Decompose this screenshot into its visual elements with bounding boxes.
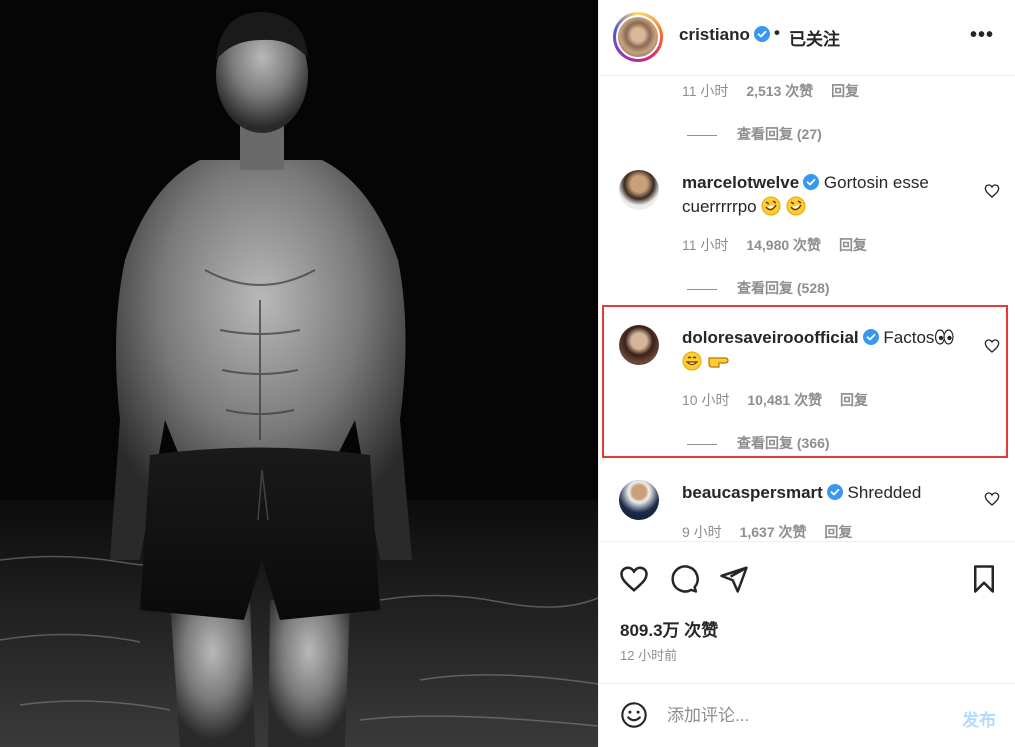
comment-reply-button[interactable]: 回复 (824, 524, 852, 540)
comment-body: beaucaspersmart Shredded (682, 481, 972, 505)
like-heart-icon[interactable] (619, 564, 649, 594)
post-likes-count[interactable]: 809.3万 次赞 (620, 616, 718, 641)
view-replies-label[interactable]: 查看回复 (528) (737, 280, 830, 296)
comment-text: Gortosin esse (823, 173, 929, 192)
verified-badge-icon (753, 26, 770, 42)
emoji-picker-icon[interactable] (620, 701, 648, 729)
like-comment-heart-icon[interactable] (984, 491, 1000, 507)
rofl-emoji-icon (761, 196, 781, 216)
comment-reply-button[interactable]: 回复 (839, 237, 867, 253)
post-header: cristiano • 已关注 ••• (599, 0, 1015, 76)
post-image (0, 0, 598, 747)
highlight-box (602, 305, 1008, 458)
view-replies-line (687, 288, 717, 290)
comment-reply-button[interactable]: 回复 (831, 83, 859, 99)
comment-input[interactable] (667, 704, 937, 728)
post-comment-button[interactable]: 发布 (962, 706, 996, 731)
author-username[interactable]: cristiano (679, 25, 770, 45)
comment-meta: 11 小时 2,513 次赞 回复 (682, 81, 873, 101)
author-username-text[interactable]: cristiano (679, 25, 750, 44)
comment-likes[interactable]: 14,980 次赞 (746, 237, 821, 253)
follow-status-button[interactable]: 已关注 (789, 25, 840, 50)
comment-composer: 发布 (599, 683, 1015, 747)
view-replies-label[interactable]: 查看回复 (27) (737, 126, 822, 142)
comment-text-line2: cuerrrrrpo (682, 197, 757, 216)
comment-meta: 11 小时 14,980 次赞 回复 (682, 235, 881, 255)
commenter-username[interactable]: beaucaspersmart (682, 483, 823, 502)
post-timestamp[interactable]: 12 小时前 (620, 645, 677, 664)
view-replies-button[interactable]: 查看回复 (528) (687, 278, 830, 298)
comment-bubble-icon[interactable] (669, 564, 699, 594)
comment-likes[interactable]: 1,637 次赞 (740, 524, 807, 540)
verified-badge-icon (803, 174, 820, 190)
share-send-icon[interactable] (719, 564, 749, 594)
save-bookmark-icon[interactable] (969, 564, 999, 594)
rofl-emoji-icon (786, 196, 806, 216)
verified-badge-icon (826, 484, 843, 500)
commenter-username[interactable]: marcelotwelve (682, 173, 799, 192)
post-detail-panel: cristiano • 已关注 ••• 11 小时 2,513 次赞 回复 查看… (598, 0, 1015, 747)
comment-body: marcelotwelve Gortosin esse cuerrrrrpo (682, 171, 972, 219)
comment-time: 11 小时 (682, 237, 729, 253)
commenter-avatar[interactable] (619, 480, 659, 520)
author-avatar[interactable] (613, 12, 663, 62)
like-comment-heart-icon[interactable] (984, 183, 1000, 199)
header-separator: • (774, 23, 780, 42)
comment-time: 9 小时 (682, 524, 722, 540)
commenter-avatar[interactable] (619, 170, 659, 210)
view-replies-button[interactable]: 查看回复 (27) (687, 124, 822, 144)
post-actions: 809.3万 次赞 12 小时前 (599, 541, 1015, 681)
comment-text: Shredded (847, 483, 922, 502)
comment-likes[interactable]: 2,513 次赞 (746, 83, 813, 99)
comment-time: 11 小时 (682, 83, 729, 99)
post-photo-illustration (0, 0, 598, 747)
more-options-icon[interactable]: ••• (970, 24, 994, 47)
view-replies-line (687, 134, 717, 136)
comment-meta: 9 小时 1,637 次赞 回复 (682, 522, 866, 541)
